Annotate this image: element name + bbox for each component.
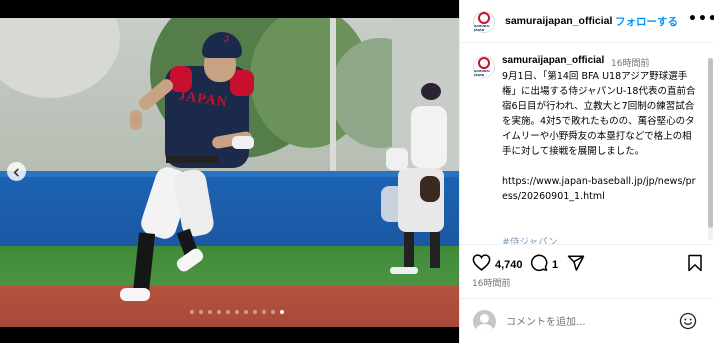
comment-count[interactable]: 1 [552, 259, 558, 271]
caption-timestamp[interactable]: 16時間前 [611, 56, 649, 69]
share-icon [567, 254, 585, 276]
carousel-dot [253, 310, 257, 314]
post-header: SAMURAI JAPAN samuraijapan_official フォロー… [460, 0, 714, 43]
caption-scrollbar-thumb[interactable] [708, 58, 713, 228]
post-sidebar: SAMURAI JAPAN samuraijapan_official フォロー… [459, 0, 714, 343]
header-username[interactable]: samuraijapan_official [505, 15, 612, 27]
caption-hashtag[interactable]: #侍ジャパン [502, 234, 557, 244]
caption-text: 9月1日、「第14回 BFA U18アジア野球選手権」に出場する侍ジャパンU-1… [502, 71, 696, 202]
account-avatar[interactable]: SAMURAI JAPAN [473, 11, 495, 33]
wristband [232, 136, 254, 149]
glove [420, 176, 440, 202]
carousel-dot [217, 310, 221, 314]
carousel-dot [235, 310, 239, 314]
avatar-logo-text: SAMURAI JAPAN [474, 69, 490, 77]
runner-belt [166, 156, 218, 163]
caption-avatar[interactable]: SAMURAI JAPAN [473, 56, 495, 78]
outfield-wall-top [0, 171, 459, 177]
comment-input[interactable] [506, 313, 666, 331]
carousel-dot [244, 310, 248, 314]
samurai-japan-logo [478, 57, 490, 69]
more-options-icon[interactable]: ••• [688, 12, 714, 26]
outfield-grass [0, 246, 459, 286]
avatar-logo-text: SAMURAI JAPAN [474, 24, 490, 32]
user-avatar-icon [473, 310, 496, 333]
post-photo: JAPAN J [0, 18, 459, 327]
comment-button[interactable]: 1 [530, 254, 558, 276]
chevron-left-icon [12, 162, 21, 181]
emoji-icon[interactable] [679, 312, 697, 334]
like-button[interactable]: 4,740 [472, 254, 523, 275]
carousel-dot [271, 310, 275, 314]
samurai-japan-logo [478, 12, 490, 24]
carousel-dot [262, 310, 266, 314]
carousel-indicator [190, 310, 284, 314]
bookmark-icon [687, 254, 703, 276]
share-button[interactable] [567, 254, 585, 276]
carousel-dot [280, 310, 284, 314]
caption-section: SAMURAI JAPAN samuraijapan_official 16時間… [460, 44, 714, 244]
carousel-dot [226, 310, 230, 314]
save-button[interactable] [687, 254, 703, 276]
runner-shoe [120, 288, 150, 301]
follow-button[interactable]: フォローする [615, 14, 678, 29]
action-bar: 4,740 1 [460, 244, 714, 278]
carousel-dot [190, 310, 194, 314]
post-media: JAPAN J [0, 0, 459, 343]
caption-username[interactable]: samuraijapan_official [502, 55, 604, 66]
heart-icon [472, 254, 491, 275]
comment-composer [460, 298, 714, 343]
infield-dirt [0, 286, 459, 327]
post-time-ago[interactable]: 16時間前 [472, 276, 510, 289]
background-pole [330, 18, 336, 171]
helmet-logo: J [224, 34, 230, 44]
carousel-prev-button[interactable] [7, 162, 26, 181]
carousel-dot [199, 310, 203, 314]
like-count[interactable]: 4,740 [495, 259, 523, 271]
carousel-dot [208, 310, 212, 314]
runner-hand [130, 110, 142, 130]
comment-icon [530, 254, 548, 276]
background-building [0, 18, 120, 98]
